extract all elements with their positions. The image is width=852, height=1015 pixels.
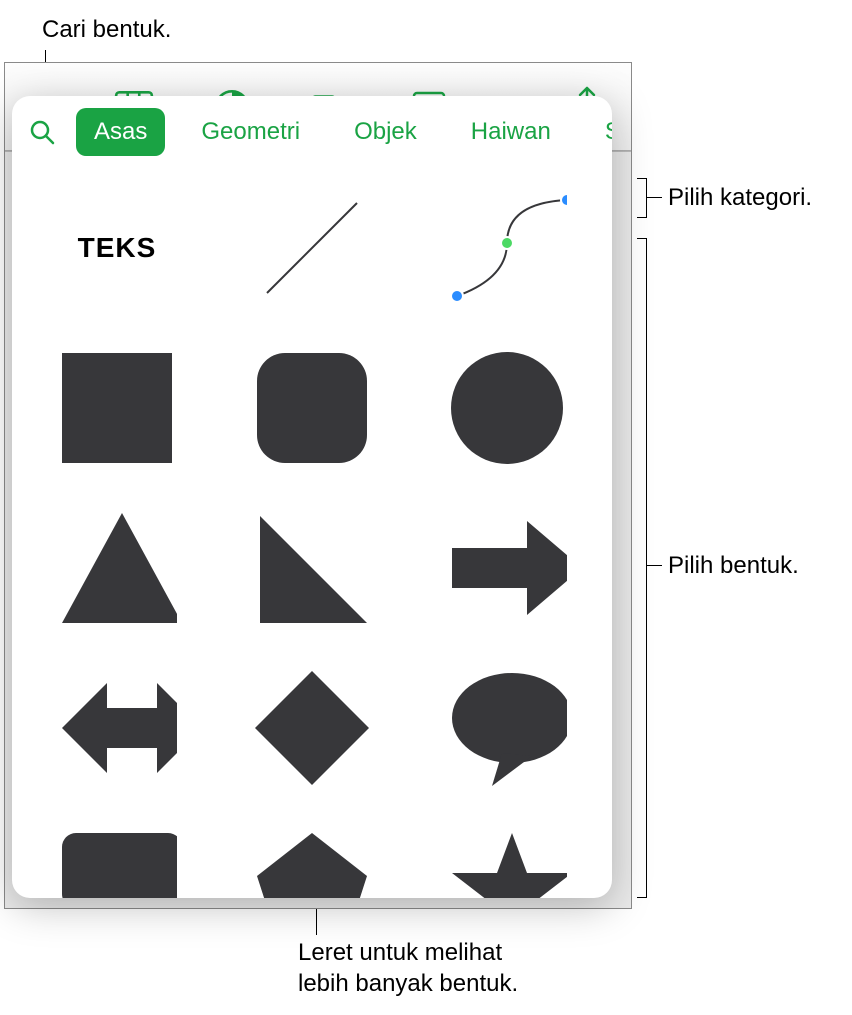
search-icon [29,119,55,145]
shapes-grid[interactable]: TEKS [12,168,612,898]
shape-triangle[interactable] [57,508,177,628]
curve-icon [447,188,567,308]
callout-search: Cari bentuk. [42,14,171,45]
search-shapes-button[interactable] [26,116,58,148]
shape-text[interactable]: TEKS [57,188,177,308]
star-icon [447,828,567,898]
text-shape-label: TEKS [78,232,157,264]
pentagon-icon [252,828,372,898]
arrow-right-icon [447,513,567,623]
category-tab-objek[interactable]: Objek [336,108,435,156]
shape-rounded-square[interactable] [252,348,372,468]
callout-shape: Pilih bentuk. [668,550,799,581]
bracket-category [637,178,647,218]
shape-right-triangle[interactable] [252,508,372,628]
category-tab-asas[interactable]: Asas [76,108,165,156]
line-icon [252,188,372,308]
category-tab-haiwan[interactable]: Haiwan [453,108,569,156]
bracket-line2 [647,565,662,566]
shape-diamond[interactable] [252,668,372,788]
callout-box-icon [57,828,177,898]
shape-star[interactable] [447,828,567,898]
shape-speech-bubble[interactable] [447,668,567,788]
triangle-icon [57,508,177,628]
callout-swipe: Leret untuk melihat lebih banyak bentuk. [298,937,518,999]
shape-line[interactable] [252,188,372,308]
double-arrow-icon [57,673,177,783]
shape-curve[interactable] [447,188,567,308]
bracket-shape [637,238,647,898]
shape-square[interactable] [57,348,177,468]
shapes-popover: Asas Geometri Objek Haiwan Semua TEKS [12,96,612,898]
category-tab-geometri[interactable]: Geometri [183,108,318,156]
shape-arrow-right[interactable] [447,508,567,628]
callout-category: Pilih kategori. [668,182,812,213]
bracket-line [647,197,662,198]
category-bar: Asas Geometri Objek Haiwan Semua [12,96,612,168]
shape-circle[interactable] [447,348,567,468]
circle-icon [447,348,567,468]
right-triangle-icon [252,508,372,628]
diamond-icon [252,668,372,788]
shape-arrow-double[interactable] [57,668,177,788]
category-tab-semua[interactable]: Semua [587,108,612,156]
rounded-square-icon [252,348,372,468]
shape-callout-box[interactable] [57,828,177,898]
square-icon [57,348,177,468]
speech-bubble-icon [447,668,567,788]
shape-pentagon[interactable] [252,828,372,898]
